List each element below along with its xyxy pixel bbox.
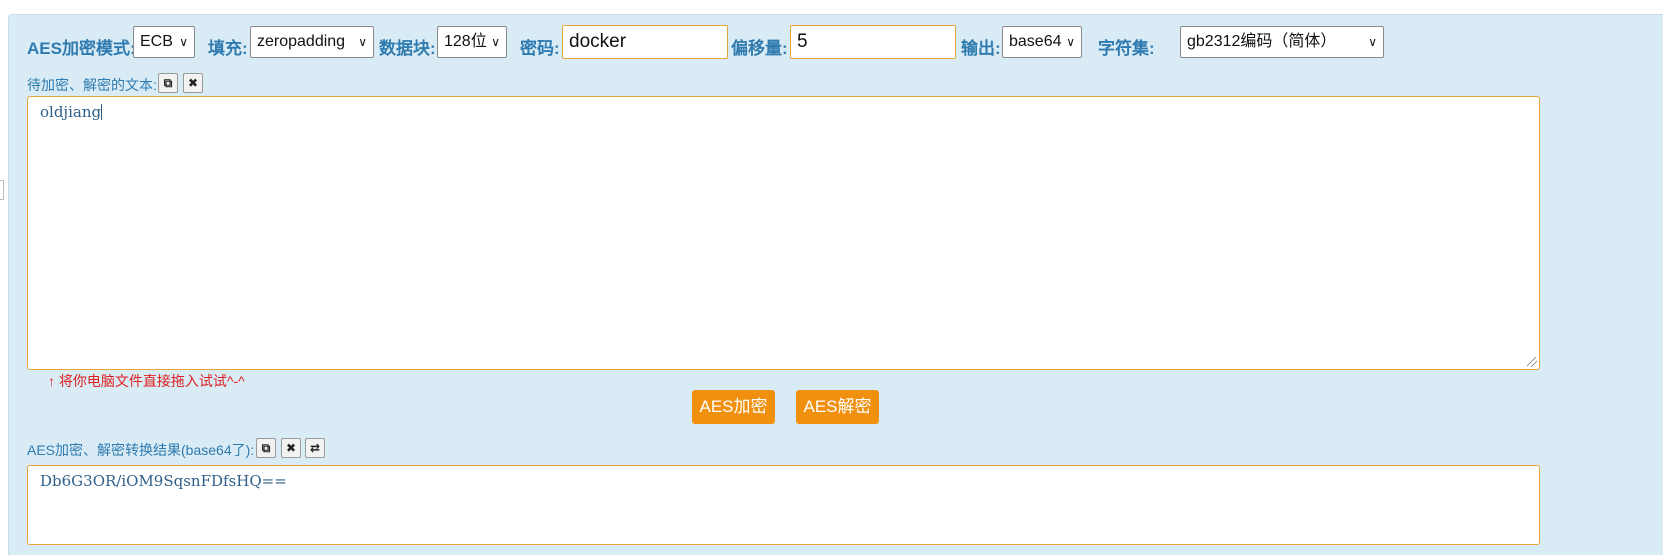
mode-select-value: ECB [140, 33, 173, 50]
input-textarea[interactable]: oldjiang [27, 96, 1540, 370]
chevron-down-icon: ∨ [1066, 35, 1075, 49]
offset-input[interactable]: 5 [790, 25, 956, 59]
resize-handle[interactable] [1527, 357, 1537, 367]
padding-select[interactable]: zeropadding ∨ [250, 26, 374, 58]
block-label: 数据块: [379, 39, 436, 58]
offset-label: 偏移量: [731, 39, 788, 58]
swap-icon: ⇄ [309, 441, 321, 455]
aes-decrypt-button[interactable]: AES解密 [796, 390, 879, 424]
text-caret [101, 104, 103, 120]
charset-label: 字符集: [1098, 39, 1155, 58]
key-input[interactable]: docker [562, 25, 728, 59]
mode-select[interactable]: ECB ∨ [133, 26, 195, 58]
result-text: Db6G3OR/iOM9SqsnFDfsHQ== [40, 472, 287, 490]
result-textarea[interactable]: Db6G3OR/iOM9SqsnFDfsHQ== [27, 465, 1540, 545]
chevron-down-icon: ∨ [491, 35, 500, 49]
chevron-down-icon: ∨ [179, 35, 188, 49]
mode-label: AES加密模式: [27, 39, 136, 58]
charset-select-value: gb2312编码（简体） [1187, 33, 1337, 50]
drag-file-hint: ↑ 将你电脑文件直接拖入试试^-^ [48, 373, 245, 389]
chevron-down-icon: ∨ [358, 35, 367, 49]
copy-result-button[interactable]: ⧉ [256, 438, 276, 458]
swap-result-button[interactable]: ⇄ [305, 438, 325, 458]
key-label: 密码: [520, 39, 560, 58]
output-label: 输出: [961, 39, 1001, 58]
clear-result-button[interactable]: ✖ [281, 438, 301, 458]
output-select-value: base64 [1009, 33, 1062, 50]
charset-select[interactable]: gb2312编码（简体） ∨ [1180, 26, 1384, 58]
aes-encrypt-button[interactable]: AES加密 [692, 390, 775, 424]
block-select[interactable]: 128位 ∨ [437, 26, 507, 58]
clear-icon: ✖ [187, 76, 199, 90]
input-text-label: 待加密、解密的文本: [27, 77, 157, 93]
output-select[interactable]: base64 ∨ [1002, 26, 1082, 58]
page-edge-marker [0, 180, 4, 200]
copy-input-button[interactable]: ⧉ [158, 73, 178, 93]
copy-icon: ⧉ [261, 441, 271, 455]
padding-select-value: zeropadding [257, 33, 346, 50]
input-text: oldjiang [40, 103, 102, 121]
block-select-value: 128位 [444, 33, 487, 50]
chevron-down-icon: ∨ [1368, 35, 1377, 49]
result-label: AES加密、解密转换结果(base64了): [27, 442, 255, 458]
clear-icon: ✖ [285, 441, 297, 455]
padding-label: 填充: [208, 39, 248, 58]
copy-icon: ⧉ [163, 76, 173, 90]
clear-input-button[interactable]: ✖ [183, 73, 203, 93]
